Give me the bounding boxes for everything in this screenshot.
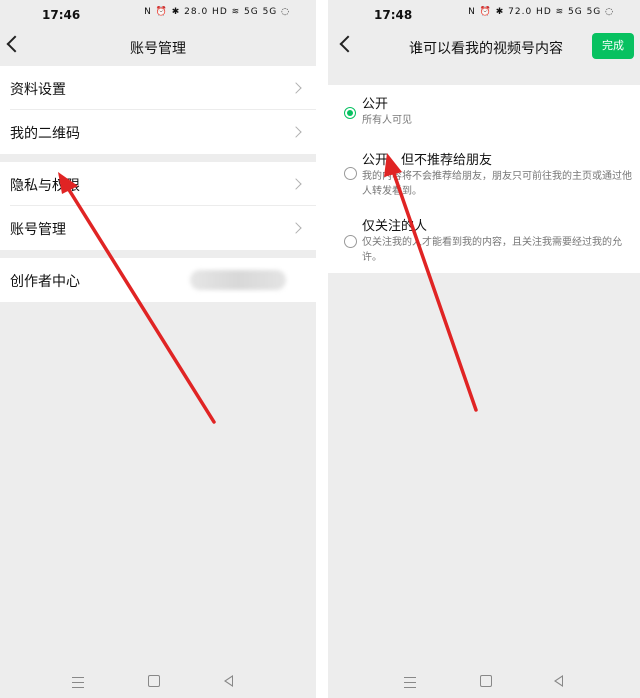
option-description: 所有人可见 — [362, 115, 412, 126]
home-icon[interactable] — [148, 675, 160, 687]
option-description: 仅关注我的人才能看到我的内容，且关注我需要经过我的允许。 — [362, 237, 622, 263]
option-public-no-recommend[interactable]: 公开，但不推荐给朋友 我的内容将不会推荐给朋友，朋友只可前往我的主页或通过他人转… — [328, 143, 640, 205]
back-triangle-icon[interactable] — [224, 675, 233, 687]
status-bar: 17:48 N ⏰ ✱ 72.0 HD ≋ 5G 5G ◌ — [328, 0, 640, 30]
menu-item-profile-settings[interactable]: 资料设置 — [0, 66, 316, 110]
option-title: 仅关注的人 — [362, 219, 428, 234]
menu-item-label: 账号管理 — [10, 222, 66, 238]
recent-apps-icon[interactable] — [404, 677, 416, 688]
status-icons: N ⏰ ✱ 72.0 HD ≋ 5G 5G ◌ — [468, 7, 614, 17]
system-nav-bar — [0, 672, 316, 692]
menu-item-qr-code[interactable]: 我的二维码 — [0, 110, 316, 154]
menu-item-creator-center[interactable]: 创作者中心 — [0, 258, 316, 302]
visibility-options: 公开 所有人可见 公开，但不推荐给朋友 我的内容将不会推荐给朋友，朋友只可前往我… — [328, 85, 640, 273]
option-description: 我的内容将不会推荐给朋友，朋友只可前往我的主页或通过他人转发看到。 — [362, 171, 632, 197]
done-button[interactable]: 完成 — [592, 33, 634, 59]
chevron-right-icon — [290, 126, 302, 138]
page-title: 账号管理 — [130, 41, 186, 57]
menu-item-label: 资料设置 — [10, 82, 66, 98]
chevron-right-icon — [290, 82, 302, 94]
system-nav-bar — [328, 672, 640, 692]
radio-unchecked-icon[interactable] — [344, 167, 357, 180]
option-title: 公开，但不推荐给朋友 — [362, 153, 493, 168]
chevron-right-icon — [290, 178, 302, 190]
status-time: 17:48 — [374, 8, 413, 22]
right-screen: 17:48 N ⏰ ✱ 72.0 HD ≋ 5G 5G ◌ 谁可以看我的视频号内… — [328, 0, 640, 698]
menu-item-label: 隐私与权限 — [10, 178, 80, 194]
nav-bar: 谁可以看我的视频号内容 完成 — [328, 30, 640, 62]
chevron-right-icon — [290, 222, 302, 234]
status-icons: N ⏰ ✱ 28.0 HD ≋ 5G 5G ◌ — [144, 7, 290, 17]
menu-item-account-management[interactable]: 账号管理 — [0, 206, 316, 250]
menu-item-privacy[interactable]: 隐私与权限 — [0, 162, 316, 206]
blurred-value — [190, 270, 286, 290]
option-public[interactable]: 公开 所有人可见 — [328, 85, 640, 133]
radio-unchecked-icon[interactable] — [344, 235, 357, 248]
radio-checked-icon[interactable] — [344, 107, 356, 119]
menu-item-label: 我的二维码 — [10, 126, 80, 142]
nav-bar: 账号管理 — [0, 30, 316, 62]
back-triangle-icon[interactable] — [554, 675, 563, 687]
menu-item-label: 创作者中心 — [10, 274, 80, 290]
option-followers-only[interactable]: 仅关注的人 仅关注我的人才能看到我的内容，且关注我需要经过我的允许。 — [328, 211, 640, 271]
left-screen: 17:46 N ⏰ ✱ 28.0 HD ≋ 5G 5G ◌ 账号管理 资料设置 … — [0, 0, 316, 698]
option-title: 公开 — [362, 97, 389, 112]
home-icon[interactable] — [480, 675, 492, 687]
status-bar: 17:46 N ⏰ ✱ 28.0 HD ≋ 5G 5G ◌ — [0, 0, 316, 30]
status-time: 17:46 — [42, 8, 81, 22]
recent-apps-icon[interactable] — [72, 677, 84, 688]
